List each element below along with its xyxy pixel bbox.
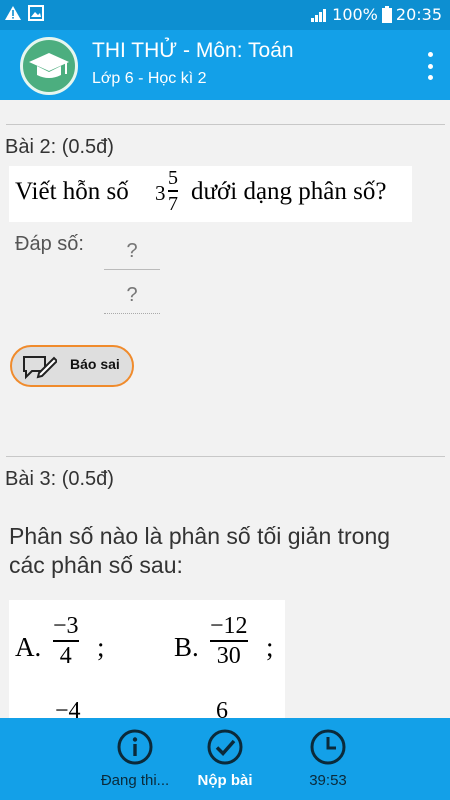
- overflow-menu-icon[interactable]: [424, 52, 436, 80]
- signal-icon: [311, 8, 327, 22]
- question-2-header: Bài 2: (0.5đ): [5, 136, 114, 158]
- report-error-button[interactable]: Báo sai: [10, 345, 134, 387]
- option-fraction: −12 30: [210, 614, 248, 668]
- divider: [6, 456, 445, 457]
- question-3-prompt: Phân số nào là phân số tối giản trong cá…: [9, 523, 391, 578]
- mixed-number-whole: 3: [155, 181, 166, 205]
- report-pencil-icon: [23, 356, 57, 380]
- option-numerator: −4: [55, 698, 81, 718]
- battery-icon: [381, 6, 392, 23]
- option-numerator: −3: [53, 613, 79, 639]
- app-title: THI THỬ - Môn: Toán: [92, 39, 294, 62]
- nav-submit-label: Nộp bài: [197, 772, 253, 789]
- mixed-number-fraction: 5 7: [168, 168, 178, 214]
- bottom-nav: Đang thi... Nộp bài 39:53: [0, 718, 450, 800]
- warning-icon: [5, 6, 21, 20]
- app-bar: THI THỬ - Môn: Toán Lớp 6 - Học kì 2: [0, 30, 450, 100]
- option-separator: ;: [266, 632, 274, 662]
- image-notification-icon: [28, 5, 44, 21]
- option-fraction: −3 4: [53, 614, 79, 668]
- question-3-options: A. −3 4 ; B. −12 30 ; C. −4 D. 6: [9, 600, 285, 718]
- check-circle-icon: [207, 729, 243, 765]
- fraction-numerator: 5: [168, 167, 178, 189]
- option-letter: A.: [15, 632, 42, 662]
- option-denominator: 30: [216, 642, 241, 669]
- divider: [6, 124, 445, 125]
- clock-icon: [310, 729, 346, 765]
- prompt-text-after: dưới dạng phân số?: [191, 178, 387, 205]
- status-bar: 100% 20:35: [0, 0, 450, 30]
- question-3-header: Bài 3: (0.5đ): [5, 468, 114, 490]
- nav-timer[interactable]: 39:53: [273, 718, 383, 800]
- option-letter: B.: [174, 632, 199, 662]
- clock: 20:35: [395, 5, 442, 24]
- nav-timer-label: 39:53: [309, 772, 347, 789]
- denominator-input[interactable]: ?: [104, 278, 160, 314]
- prompt-text: Viết hỗn số: [15, 178, 129, 205]
- option-numerator: −12: [210, 613, 248, 639]
- option-denominator: 4: [59, 642, 72, 669]
- fraction-denominator: 7: [168, 192, 178, 215]
- battery-percent: 100%: [332, 5, 378, 24]
- graduation-cap-icon: [29, 53, 69, 78]
- option-numerator: 6: [216, 698, 228, 718]
- info-icon: [117, 729, 153, 765]
- app-subtitle: Lớp 6 - Học kì 2: [92, 70, 207, 87]
- numerator-input[interactable]: ?: [104, 234, 160, 270]
- nav-submit[interactable]: Nộp bài: [170, 718, 280, 800]
- answer-label: Đáp số:: [15, 233, 84, 255]
- exam-content[interactable]: Bài 2: (0.5đ) Viết hỗn số 3 5 7 dưới dạn…: [0, 100, 450, 718]
- question-2-prompt: Viết hỗn số 3 5 7 dưới dạng phân số?: [9, 166, 412, 222]
- app-logo: [20, 37, 78, 95]
- report-button-label: Báo sai: [70, 356, 120, 372]
- option-separator: ;: [97, 632, 105, 662]
